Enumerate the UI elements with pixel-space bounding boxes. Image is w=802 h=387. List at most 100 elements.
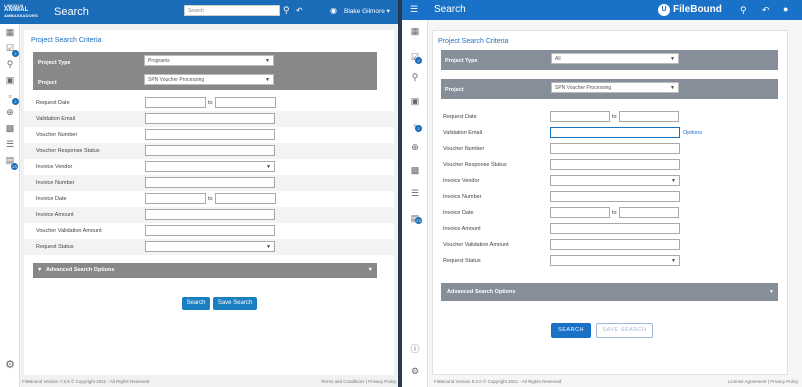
- field-label: Request Date: [443, 114, 477, 120]
- field-label: Validation Email: [36, 116, 76, 122]
- save-search-button[interactable]: Save Search: [213, 297, 257, 310]
- search-icon[interactable]: ⚲: [740, 5, 747, 16]
- text-input[interactable]: [145, 145, 275, 156]
- field-label: Validation Email: [443, 130, 483, 136]
- chevron-down-icon: ▼: [367, 267, 373, 273]
- dashboard-icon[interactable]: ▦: [4, 27, 16, 38]
- right-sidebar: ▦ ☑ 2 ⚲ ▣ ▫ 2 ⊕ ▩ ☰ ▤ 23 ⓘ ⚙: [402, 20, 428, 387]
- tasks-badge: 2: [12, 50, 19, 57]
- project-type-select[interactable]: Programs ▼: [144, 55, 274, 66]
- text-input[interactable]: [550, 223, 680, 234]
- search-input[interactable]: Search: [184, 5, 280, 16]
- form-row: Request Date to: [24, 95, 394, 111]
- field-label: Invoice Vendor: [443, 178, 480, 184]
- search-icon[interactable]: ⚲: [283, 5, 290, 16]
- dashboard-icon[interactable]: ▦: [409, 26, 421, 37]
- project-label: Project: [38, 80, 57, 86]
- brand-name: FileBound: [673, 4, 722, 15]
- project-type-select[interactable]: All ▼: [551, 53, 679, 64]
- date-to-input[interactable]: [619, 207, 679, 218]
- date-to-input[interactable]: [215, 97, 276, 108]
- user-icon[interactable]: ●: [783, 4, 788, 14]
- field-label: Invoice Amount: [36, 212, 74, 218]
- field-label: Voucher Validation Amount: [443, 242, 509, 248]
- tasks-badge: 2: [415, 57, 422, 64]
- text-input[interactable]: [550, 191, 680, 202]
- left-header: LINCOLN ANIMAL AMBASSADORS Search Search…: [0, 0, 398, 24]
- page-title: Search: [434, 4, 466, 15]
- text-input[interactable]: [145, 177, 275, 188]
- date-from-input[interactable]: [550, 111, 610, 122]
- globe-icon[interactable]: ◉: [330, 6, 337, 15]
- reports-icon[interactable]: ▩: [4, 123, 16, 134]
- dropdown-select[interactable]: ▼: [145, 161, 275, 172]
- form-row: Voucher Validation Amount: [24, 223, 394, 239]
- form-row: Voucher Number: [24, 127, 394, 143]
- add-icon[interactable]: ⊕: [409, 142, 421, 153]
- date-from-input[interactable]: [145, 97, 206, 108]
- text-input[interactable]: [145, 225, 275, 236]
- back-icon[interactable]: ↶: [762, 5, 770, 16]
- date-to-input[interactable]: [215, 193, 276, 204]
- date-from-input[interactable]: [550, 207, 610, 218]
- footer-links[interactable]: Terms and Conditions | Privacy Policy: [321, 379, 396, 384]
- text-input[interactable]: [550, 127, 680, 138]
- form-row: Invoice Date to: [433, 205, 787, 221]
- search-button[interactable]: SEARCH: [551, 323, 591, 338]
- menu-icon[interactable]: ☰: [410, 4, 418, 15]
- text-input[interactable]: [145, 129, 275, 140]
- lincoln-logo[interactable]: LINCOLN ANIMAL AMBASSADORS: [4, 3, 42, 21]
- inbox-badge: 23: [415, 217, 422, 224]
- add-icon[interactable]: ⊕: [4, 107, 16, 118]
- footer-links[interactable]: License Agreement | Privacy Policy: [728, 379, 798, 384]
- advanced-search-toggle[interactable]: ▼ Advanced Search Options ▼: [33, 263, 377, 278]
- search-button[interactable]: Search: [182, 297, 210, 310]
- form-row: Validation Email: [24, 111, 394, 127]
- inbox-badge: 23: [11, 163, 18, 170]
- list-icon[interactable]: ☰: [409, 188, 421, 199]
- settings-icon[interactable]: ⚙: [4, 360, 16, 371]
- options-link[interactable]: Options: [683, 130, 702, 136]
- form-row: Request Status ▼: [433, 253, 787, 269]
- search-icon[interactable]: ⚲: [409, 72, 421, 83]
- project-select[interactable]: SPN Voucher Processing ▼: [551, 82, 679, 93]
- form-row: Invoice Vendor ▼: [24, 159, 394, 175]
- caret-down-icon: ▼: [265, 58, 270, 64]
- search-icon[interactable]: ⚲: [4, 59, 16, 70]
- document-icon[interactable]: ▣: [4, 75, 16, 86]
- document-icon[interactable]: ▣: [409, 96, 421, 107]
- section-title: Project Search Criteria: [438, 38, 509, 45]
- text-input[interactable]: [145, 113, 275, 124]
- field-label: Request Date: [36, 100, 70, 106]
- dropdown-select[interactable]: ▼: [550, 175, 680, 186]
- field-label: Invoice Amount: [443, 226, 481, 232]
- right-search-panel: Project Search Criteria Project Type All…: [432, 30, 788, 375]
- text-input[interactable]: [550, 159, 680, 170]
- save-search-button[interactable]: SAVE SEARCH: [596, 323, 653, 338]
- text-input[interactable]: [145, 209, 275, 220]
- back-icon[interactable]: ↶: [296, 6, 303, 15]
- caret-down-icon: ▼: [671, 178, 676, 184]
- form-row: Invoice Amount: [433, 221, 787, 237]
- chevron-down-icon: ▾: [386, 8, 390, 15]
- user-name: Blake Gilmore: [344, 8, 385, 15]
- dropdown-select[interactable]: ▼: [550, 255, 680, 266]
- reports-icon[interactable]: ▩: [409, 165, 421, 176]
- field-label: Voucher Number: [36, 132, 78, 138]
- list-icon[interactable]: ☰: [4, 139, 16, 150]
- advanced-search-toggle[interactable]: Advanced Search Options ▼: [441, 283, 778, 301]
- clipboard-badge: 2: [415, 125, 422, 132]
- dropdown-select[interactable]: ▼: [145, 241, 275, 252]
- form-row: Request Date to: [433, 109, 787, 125]
- date-to-input[interactable]: [619, 111, 679, 122]
- form-row: Voucher Validation Amount: [433, 237, 787, 253]
- text-input[interactable]: [550, 143, 680, 154]
- project-select[interactable]: SPN Voucher Processing ▼: [144, 74, 274, 85]
- field-label: Request Status: [443, 258, 481, 264]
- form-row: Invoice Date to: [24, 191, 394, 207]
- help-icon[interactable]: ⓘ: [409, 344, 421, 355]
- date-from-input[interactable]: [145, 193, 206, 204]
- text-input[interactable]: [550, 239, 680, 250]
- user-menu[interactable]: Blake Gilmore ▾: [344, 7, 390, 15]
- settings-icon[interactable]: ⚙: [409, 366, 421, 377]
